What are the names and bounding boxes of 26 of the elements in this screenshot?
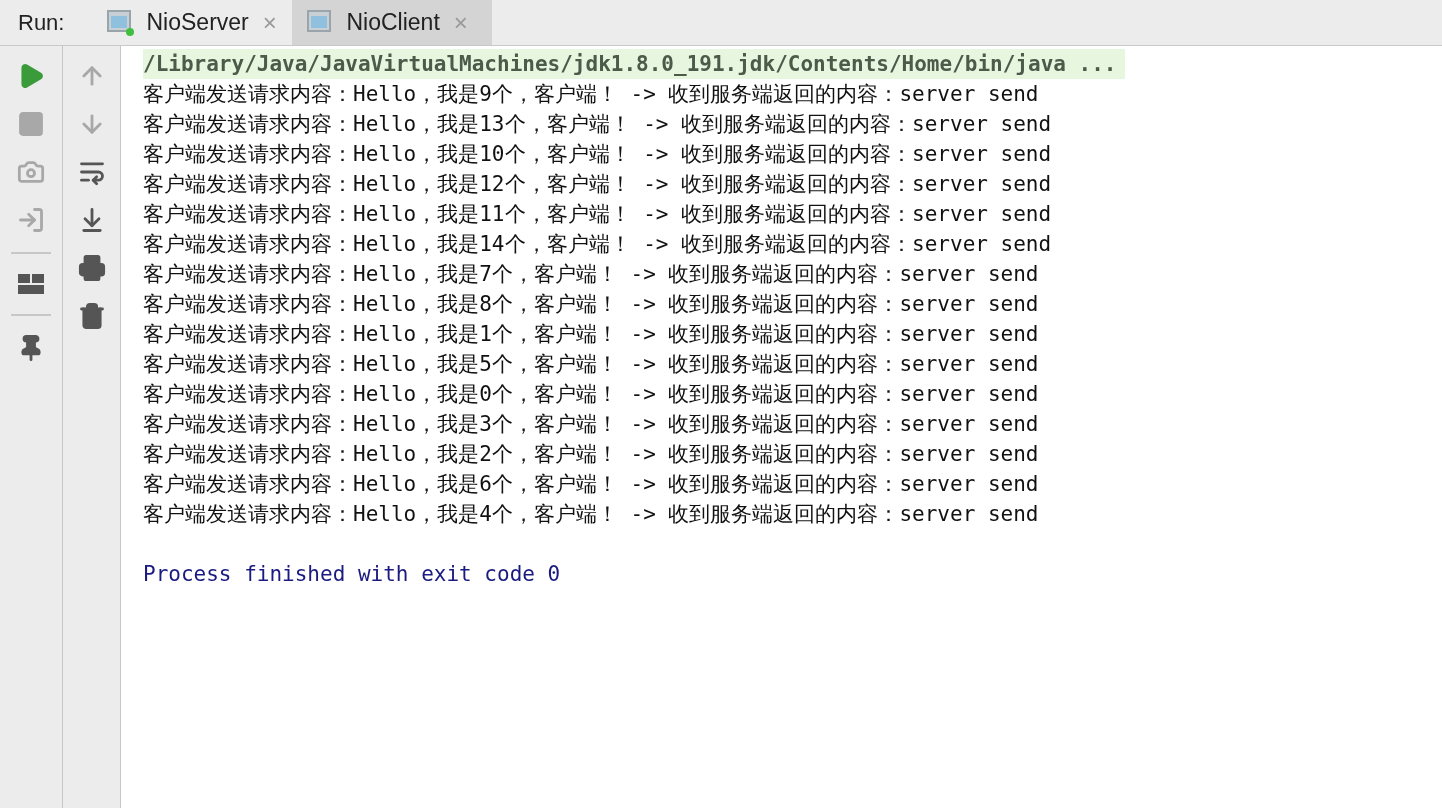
output-line: 客户端发送请求内容：Hello，我是13个，客户端！ -> 收到服务端返回的内容：server send (143, 112, 1052, 136)
exit-message: Process finished with exit code 0 (143, 562, 561, 586)
camera-icon (17, 158, 45, 186)
output-line: 客户端发送请求内容：Hello，我是14个，客户端！ -> 收到服务端返回的内容：server send (143, 232, 1052, 256)
layout-icon (17, 272, 45, 296)
output-line: 客户端发送请求内容：Hello，我是9个，客户端！ -> 收到服务端返回的内容：server send (143, 82, 1039, 106)
run-tab[interactable]: NioClient × (292, 0, 493, 45)
output-line: 客户端发送请求内容：Hello，我是6个，客户端！ -> 收到服务端返回的内容：server send (143, 472, 1039, 496)
enter-icon (17, 206, 45, 234)
output-line: 客户端发送请求内容：Hello，我是7个，客户端！ -> 收到服务端返回的内容：server send (143, 262, 1039, 286)
output-line: 客户端发送请求内容：Hello，我是0个，客户端！ -> 收到服务端返回的内容：server send (143, 382, 1039, 406)
output-line: 客户端发送请求内容：Hello，我是10个，客户端！ -> 收到服务端返回的内容：server send (143, 142, 1052, 166)
run-label: Run: (17, 8, 66, 37)
output-line: 客户端发送请求内容：Hello，我是2个，客户端！ -> 收到服务端返回的内容：server send (143, 442, 1039, 466)
tab-label: NioClient (346, 9, 440, 36)
trash-icon (77, 302, 106, 330)
tab-label: NioServer (146, 9, 249, 36)
stop-icon (17, 110, 45, 138)
window-icon (106, 8, 137, 37)
output-line: 客户端发送请求内容：Hello，我是5个，客户端！ -> 收到服务端返回的内容：server send (143, 352, 1039, 376)
output-line: 客户端发送请求内容：Hello，我是1个，客户端！ -> 收到服务端返回的内容：server send (143, 322, 1039, 346)
output-line: 客户端发送请求内容：Hello，我是3个，客户端！ -> 收到服务端返回的内容：server send (143, 412, 1039, 436)
output-line: 客户端发送请求内容：Hello，我是4个，客户端！ -> 收到服务端返回的内容：server send (143, 502, 1039, 526)
output-line: 客户端发送请求内容：Hello，我是8个，客户端！ -> 收到服务端返回的内容：server send (143, 292, 1039, 316)
output-line: 客户端发送请求内容：Hello，我是11个，客户端！ -> 收到服务端返回的内容：server send (143, 202, 1052, 226)
output-line: 客户端发送请求内容：Hello，我是12个，客户端！ -> 收到服务端返回的内容：server send (143, 172, 1052, 196)
